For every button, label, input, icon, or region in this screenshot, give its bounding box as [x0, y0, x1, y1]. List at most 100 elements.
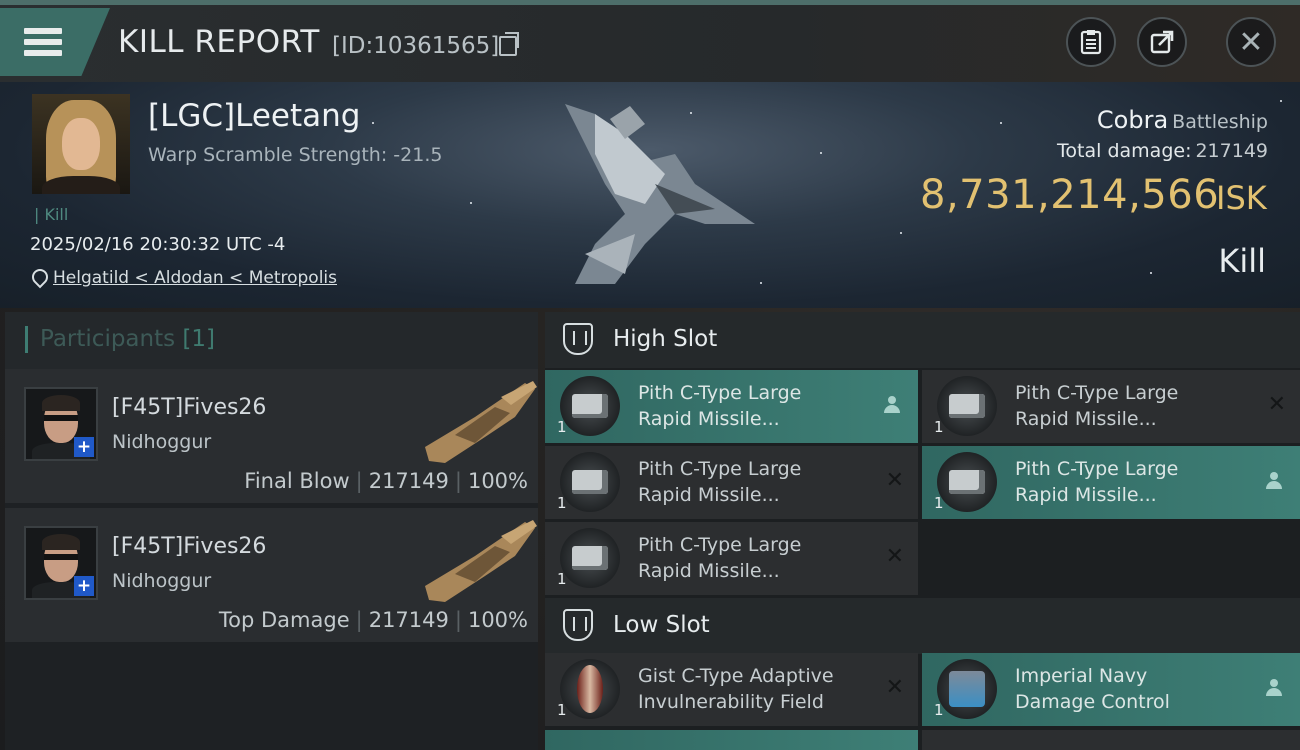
- avatar-glasses: [44, 554, 78, 560]
- module-name: Pith C-Type Large Rapid Missile...: [638, 532, 868, 584]
- star: [900, 232, 902, 234]
- clipboard-button[interactable]: [1066, 17, 1116, 67]
- isk-value: 8,731,214,566: [920, 172, 1220, 218]
- menu-icon-bar: [24, 50, 62, 56]
- participants-accent: [25, 326, 28, 353]
- module-quantity: 1: [934, 494, 944, 512]
- module-slot[interactable]: 1 Pith C-Type Large Rapid Missile...: [922, 446, 1300, 519]
- portrait-face: [62, 118, 100, 170]
- module-name-line1: Gist C-Type Adaptive: [638, 665, 834, 687]
- header-top-accent: [0, 0, 1300, 5]
- participant-ship: Nidhoggur: [112, 570, 212, 592]
- module-name-line2: Rapid Missile...: [1015, 484, 1157, 506]
- victim-pilot-name[interactable]: [LGC]Leetang: [148, 98, 360, 134]
- victim-ship-name: Cobra: [1096, 106, 1169, 134]
- participants-title: Participants [1]: [40, 326, 215, 352]
- copy-icon[interactable]: [499, 32, 519, 56]
- star: [820, 152, 822, 154]
- participant-damage: 217149: [368, 469, 449, 493]
- participant-avatar[interactable]: +: [24, 526, 98, 600]
- participant-ship-image[interactable]: [415, 516, 539, 606]
- avatar-hair: [42, 534, 80, 550]
- participant-row[interactable]: + [F45T]Fives26 Nidhoggur Top Damage | 217…: [5, 508, 538, 642]
- participant-name[interactable]: [F45T]Fives26: [112, 395, 266, 420]
- kill-report-window: KILL REPORT [ID:10361565] ✕ [LGC]Leetang…: [0, 0, 1300, 750]
- missile-launcher-icon: [937, 452, 997, 512]
- participant-row[interactable]: + [F45T]Fives26 Nidhoggur Final Blow | 217…: [5, 369, 538, 503]
- module-name-line1: Pith C-Type Large: [638, 382, 802, 404]
- fitting-panel: High Slot 1 Pith C-Type Large Rapid Missi…: [545, 312, 1300, 750]
- participant-stats: Top Damage | 217149 | 100%: [219, 608, 528, 632]
- high-slot-header: High Slot: [545, 312, 1300, 368]
- module-slot[interactable]: 1 Gist C-Type Adaptive Invulnerability Fi…: [545, 653, 918, 726]
- low-slot-icon: [563, 609, 593, 641]
- missile-launcher-icon: [560, 376, 620, 436]
- participant-name[interactable]: [F45T]Fives26: [112, 534, 266, 559]
- damage-control-shape: [949, 671, 985, 707]
- report-id: [ID:10361565]: [332, 33, 500, 59]
- close-icon: ✕: [1238, 24, 1264, 60]
- participant-avatar[interactable]: +: [24, 387, 98, 461]
- launcher-shape: [949, 394, 985, 418]
- clipboard-icon: [1080, 30, 1102, 55]
- star: [1000, 122, 1002, 124]
- dropped-person-icon: [884, 396, 900, 414]
- participant-ship-image[interactable]: [415, 377, 539, 467]
- person-body: [1266, 688, 1282, 696]
- star: [372, 122, 374, 124]
- add-contact-icon[interactable]: +: [74, 437, 94, 457]
- star: [1280, 100, 1282, 102]
- module-name-line2: Rapid Missile...: [638, 484, 780, 506]
- module-slot-partial[interactable]: [545, 730, 918, 750]
- page-title: KILL REPORT: [118, 24, 320, 60]
- kill-tag: | Kill: [34, 205, 69, 224]
- participant-stats: Final Blow | 217149 | 100%: [244, 469, 528, 493]
- module-name: Pith C-Type Large Rapid Missile...: [638, 380, 868, 432]
- missile-launcher-icon: [560, 528, 620, 588]
- module-name-line1: Imperial Navy: [1015, 665, 1148, 687]
- module-name-line2: Damage Control: [1015, 691, 1170, 713]
- person-head: [1270, 472, 1278, 480]
- person-body: [1266, 481, 1282, 489]
- module-slot[interactable]: 1 Pith C-Type Large Rapid Missile... ✕: [545, 446, 918, 519]
- participants-panel: Participants [1] + [F45T]Fives26 Nidhogg…: [5, 312, 538, 750]
- module-quantity: 1: [934, 418, 944, 436]
- close-button[interactable]: ✕: [1226, 17, 1276, 67]
- launcher-shape: [572, 470, 608, 494]
- destroyed-icon: ✕: [885, 544, 904, 569]
- victim-ship-image[interactable]: [555, 94, 765, 294]
- participants-count: [1]: [182, 326, 216, 352]
- participant-role: Final Blow: [244, 469, 350, 493]
- module-slot[interactable]: 1 Pith C-Type Large Rapid Missile... ✕: [922, 370, 1300, 443]
- module-name-line2: Invulnerability Field: [638, 691, 824, 713]
- add-contact-icon[interactable]: +: [74, 576, 94, 596]
- module-name: Imperial Navy Damage Control: [1015, 663, 1245, 715]
- module-slot[interactable]: 1 Pith C-Type Large Rapid Missile...: [545, 370, 918, 443]
- person-body: [884, 405, 900, 413]
- total-damage-label: Total damage:: [1057, 140, 1192, 162]
- menu-button[interactable]: [0, 8, 110, 76]
- separator: |: [454, 608, 462, 632]
- share-icon: [1150, 30, 1174, 54]
- participant-damage: 217149: [368, 608, 449, 632]
- victim-ship[interactable]: Cobra Battleship: [1097, 106, 1268, 134]
- module-name-line2: Rapid Missile...: [1015, 408, 1157, 430]
- separator: |: [355, 469, 363, 493]
- participant-ship: Nidhoggur: [112, 431, 212, 453]
- kill-result-label: Kill: [1218, 242, 1266, 280]
- menu-icon-bar: [24, 39, 62, 45]
- module-slot-partial[interactable]: [922, 730, 1300, 750]
- avatar-hair: [42, 395, 80, 411]
- victim-portrait[interactable]: [32, 94, 130, 194]
- participant-role: Top Damage: [218, 608, 350, 632]
- module-name-line1: Pith C-Type Large: [1015, 382, 1179, 404]
- destroyed-icon: ✕: [885, 675, 904, 700]
- kill-location-link[interactable]: Helgatild < Aldodan < Metropolis: [53, 268, 337, 288]
- low-slot-title: Low Slot: [613, 612, 710, 638]
- module-quantity: 1: [557, 494, 567, 512]
- module-slot[interactable]: 1 Pith C-Type Large Rapid Missile... ✕: [545, 522, 918, 595]
- share-button[interactable]: [1137, 17, 1187, 67]
- damage-control-icon: [937, 659, 997, 719]
- launcher-shape: [949, 470, 985, 494]
- module-slot[interactable]: 1 Imperial Navy Damage Control: [922, 653, 1300, 726]
